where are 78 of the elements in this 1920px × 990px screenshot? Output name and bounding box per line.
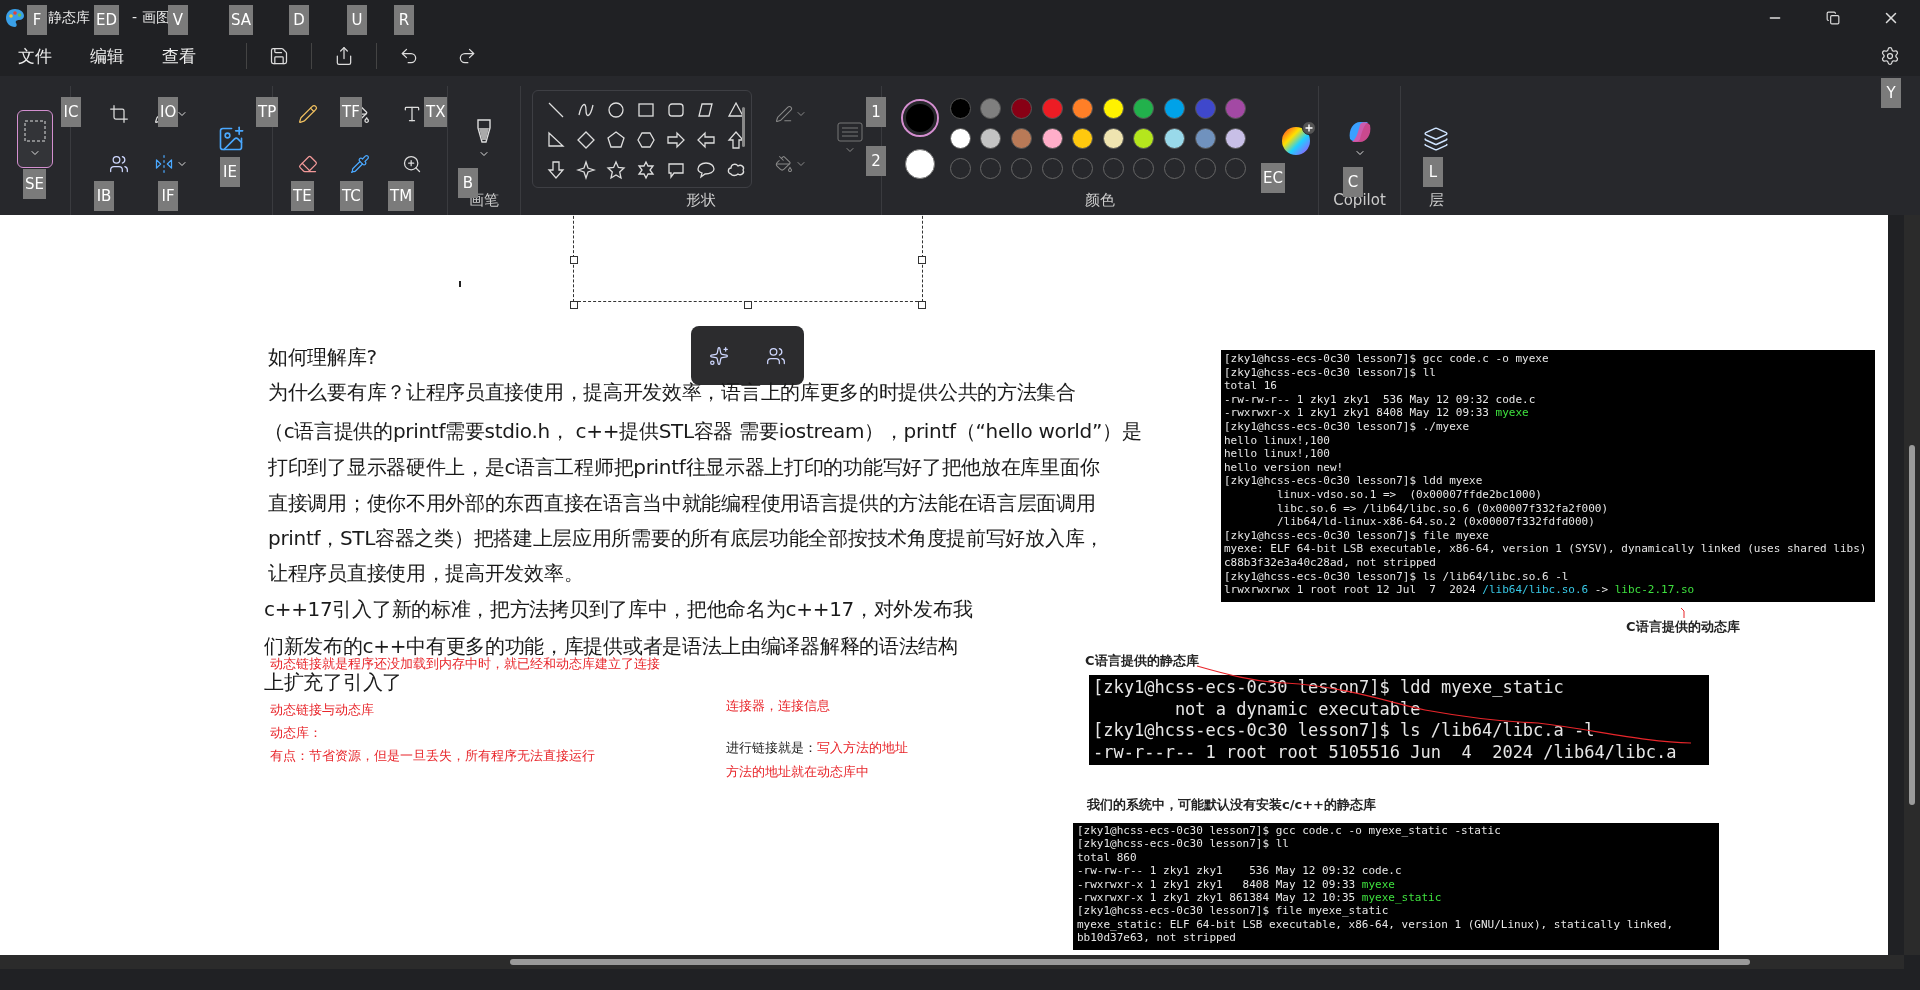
- terminal-line: [zky1@hcss-ecs-0c30 lesson7]$ file myexe: [1224, 528, 1490, 543]
- terminal-line: [zky1@hcss-ecs-0c30 lesson7]$ ll: [1077, 837, 1290, 851]
- keytip-tooltip: R: [394, 5, 414, 35]
- caption: C语言提供的静态库: [1085, 652, 1199, 670]
- keytip-tooltip: TX: [424, 97, 448, 127]
- terminal-line: hello linux!,100: [1224, 447, 1331, 461]
- terminal-line: hello linux!,100: [1224, 433, 1331, 448]
- terminal-line: -rwxrwxr-x 1 zky1 zky1 8408 May 12 09:33 myexe: [1077, 877, 1396, 892]
- keytip-tooltip: TC: [340, 181, 363, 211]
- keytip-tooltip: IE: [220, 157, 240, 187]
- terminal-line: hello version new!: [1224, 460, 1345, 475]
- terminal-line: -rw-r--r-- 1 root root 5105516 Jun 4 2024 /lib64/libc.a: [1093, 741, 1678, 763]
- terminal-line: not a dynamic executable: [1173, 698, 1422, 720]
- keytip-tooltip: F: [27, 5, 47, 35]
- keytip-tooltip: 1: [866, 97, 886, 127]
- keytip-tooltip: TF: [340, 97, 362, 127]
- terminal-line: [zky1@hcss-ecs-0c30 lesson7]$ gcc code.c -o myexe_static -static: [1077, 824, 1502, 838]
- keytip-tooltip: ED: [94, 5, 120, 35]
- terminal-line: [zky1@hcss-ecs-0c30 lesson7]$ ll: [1224, 365, 1437, 380]
- terminal-line: [zky1@hcss-ecs-0c30 lesson7]$ ./myexe: [1224, 419, 1471, 434]
- terminal-line: [zky1@hcss-ecs-0c30 lesson7]$ ldd myexe_static: [1093, 677, 1565, 699]
- keytip-tooltip: TP: [256, 97, 279, 127]
- terminal-line: -rwxrwxr-x 1 zky1 zky1 8408 May 12 09:33 myexe: [1224, 406, 1530, 420]
- keytip-tooltip: L: [1423, 157, 1443, 187]
- text-line: 直接调用；使你不用外部的东西直接在语言当中就能编程使用语言提供的方法能在语言层面调用: [268, 490, 1096, 517]
- annotation-text: 连接器，连接信息: [726, 697, 830, 715]
- terminal-line: [zky1@hcss-ecs-0c30 lesson7]$ ls /lib64/libc.so.6 -l: [1224, 569, 1570, 584]
- text-line: 如何理解库?: [268, 344, 377, 371]
- terminal-line: [zky1@hcss-ecs-0c30 lesson7]$ ldd myexe: [1224, 474, 1484, 488]
- group-label: 形状: [686, 191, 716, 211]
- keytip-tooltip: TM: [388, 181, 415, 211]
- text-line: 为什么要有库？让程序员直接使用，提高开发效率，语言上的库更多的时提供公共的方法集合: [268, 379, 1076, 406]
- terminal-line: [zky1@hcss-ecs-0c30 lesson7]$ file myexe_static: [1077, 904, 1390, 918]
- keytip-tooltip: TE: [291, 181, 314, 211]
- keytip-tooltip: Y: [1881, 78, 1901, 108]
- keytip-tooltip: B: [458, 168, 478, 198]
- terminal-line: bb10d37e63, not stripped: [1077, 931, 1237, 945]
- caption: 我们的系统中，可能默认没有安装c/c++的静态库: [1087, 796, 1376, 814]
- terminal-line: -rw-rw-r-- 1 zky1 zky1 536 May 12 09:32 code.c: [1224, 392, 1537, 407]
- annotation-text: 方法的地址就在动态库中: [726, 763, 869, 781]
- group-label: 颜色: [1085, 191, 1115, 211]
- annotation-text: 进行链接就是：写入方法的地址: [726, 739, 908, 757]
- text-line: c++17引入了新的标准，把方法拷贝到了库中，把他命名为c++17，对外发布我: [264, 596, 973, 623]
- terminal-line: -rw-rw-r-- 1 zky1 zky1 536 May 12 09:32 code.c: [1077, 864, 1403, 878]
- keytip-tooltip: IC: [61, 97, 81, 127]
- annotation-text: 有点：节省资源，但是一旦丢失，所有程序无法直接运行: [270, 747, 595, 765]
- text-line: 让程序员直接使用，提高开发效率。: [268, 560, 584, 587]
- keytip-tooltip: IF: [158, 181, 178, 211]
- keytip-tooltip: IO: [158, 97, 179, 127]
- text-line: printf，STL容器之类）把搭建上层应用所需要的所有底层功能全部按技术角度提前写好放入库，: [268, 525, 1104, 552]
- group-label: 层: [1428, 191, 1444, 211]
- terminal-line: c88b3f32e3a40c28ad, not stripped: [1224, 555, 1437, 570]
- window-title: 静态库: [48, 9, 90, 27]
- text-line: （c语言提供的printf需要stdio.h， c++提供STL容器 需要iostream），printf（“hello world”）是: [264, 418, 1142, 445]
- keytip-tooltip: V: [168, 5, 188, 35]
- annotation-text: 动态链接与动态库: [270, 701, 374, 719]
- text-line: 上扩充了引入了: [264, 670, 402, 696]
- terminal-line: libc.so.6 => /lib64/libc.so.6 (0x00007f332fa2f000): [1275, 501, 1610, 516]
- terminal-line: [zky1@hcss-ecs-0c30 lesson7]$ gcc code.c -o myexe: [1224, 352, 1550, 366]
- terminal-line: myexe_static: ELF 64-bit LSB executable, x86-64, version 1 (GNU/Linux), statically linked,: [1077, 917, 1675, 932]
- terminal-line: linux-vdso.so.1 => (0x00007ffde2bc1000): [1275, 487, 1543, 502]
- text-line: 打印到了显示器硬件上，是c语言工程师把printf往显示器上打印的功能写好了把他放在库里面你: [268, 454, 1100, 481]
- terminal-line: lrwxrwxrwx 1 root root 12 Jul 7 2024 /lib64/libc.so.6 -> libc-2.17.so: [1224, 583, 1696, 597]
- terminal-line: myexe: ELF 64-bit LSB executable, x86-64, version 1 (SYSV), dynamically linked (uses shared libs): [1224, 542, 1868, 556]
- terminal-line: -rwxrwxr-x 1 zky1 zky1 861384 May 12 10:35 myexe_static: [1077, 891, 1443, 905]
- keytip-tooltip: EC: [1261, 163, 1285, 193]
- caption: C语言提供的动态库: [1626, 618, 1740, 636]
- annotation-text: 动态库：: [270, 724, 322, 742]
- keytip-tooltip: U: [347, 5, 367, 35]
- keytip-tooltip: 2: [866, 146, 886, 176]
- keytip-tooltip: C: [1343, 167, 1363, 197]
- keytip-tooltip: IB: [94, 181, 114, 211]
- keytip-tooltip: D: [289, 5, 309, 35]
- terminal-line: total 16: [1224, 379, 1278, 393]
- keytip-tooltip: SA: [229, 5, 254, 35]
- keytip-tooltip: SE: [23, 169, 46, 199]
- terminal-line: /lib64/ld-linux-x86-64.so.2 (0x00007f332fdfd000): [1275, 515, 1596, 529]
- terminal-line: total 860: [1077, 850, 1138, 865]
